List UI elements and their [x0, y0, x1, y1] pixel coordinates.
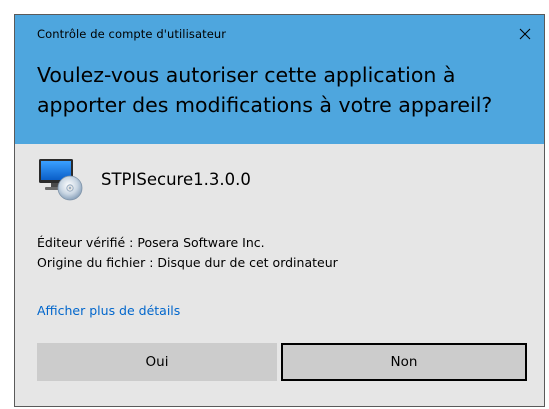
monitor-cd-icon [39, 159, 83, 201]
no-button[interactable]: Non [281, 343, 527, 381]
yes-button[interactable]: Oui [37, 343, 277, 381]
close-icon [519, 28, 531, 40]
publisher-line: Éditeur vérifié : Posera Software Inc. [37, 235, 265, 250]
prompt-question: Voulez-vous autoriser cette application … [37, 63, 493, 117]
app-info: STPISecure1.3.0.0 [37, 155, 251, 203]
publisher-details: Éditeur vérifié : Posera Software Inc. O… [37, 233, 338, 273]
origin-line: Origine du fichier : Disque dur de cet o… [37, 255, 338, 270]
app-name: STPISecure1.3.0.0 [101, 169, 251, 189]
uac-dialog: Contrôle de compte d'utilisateur Voulez-… [14, 14, 545, 407]
dialog-header: Contrôle de compte d'utilisateur Voulez-… [15, 15, 544, 144]
close-button[interactable] [510, 19, 540, 49]
dialog-title: Contrôle de compte d'utilisateur [37, 27, 227, 41]
show-more-details-link[interactable]: Afficher plus de détails [37, 303, 180, 318]
